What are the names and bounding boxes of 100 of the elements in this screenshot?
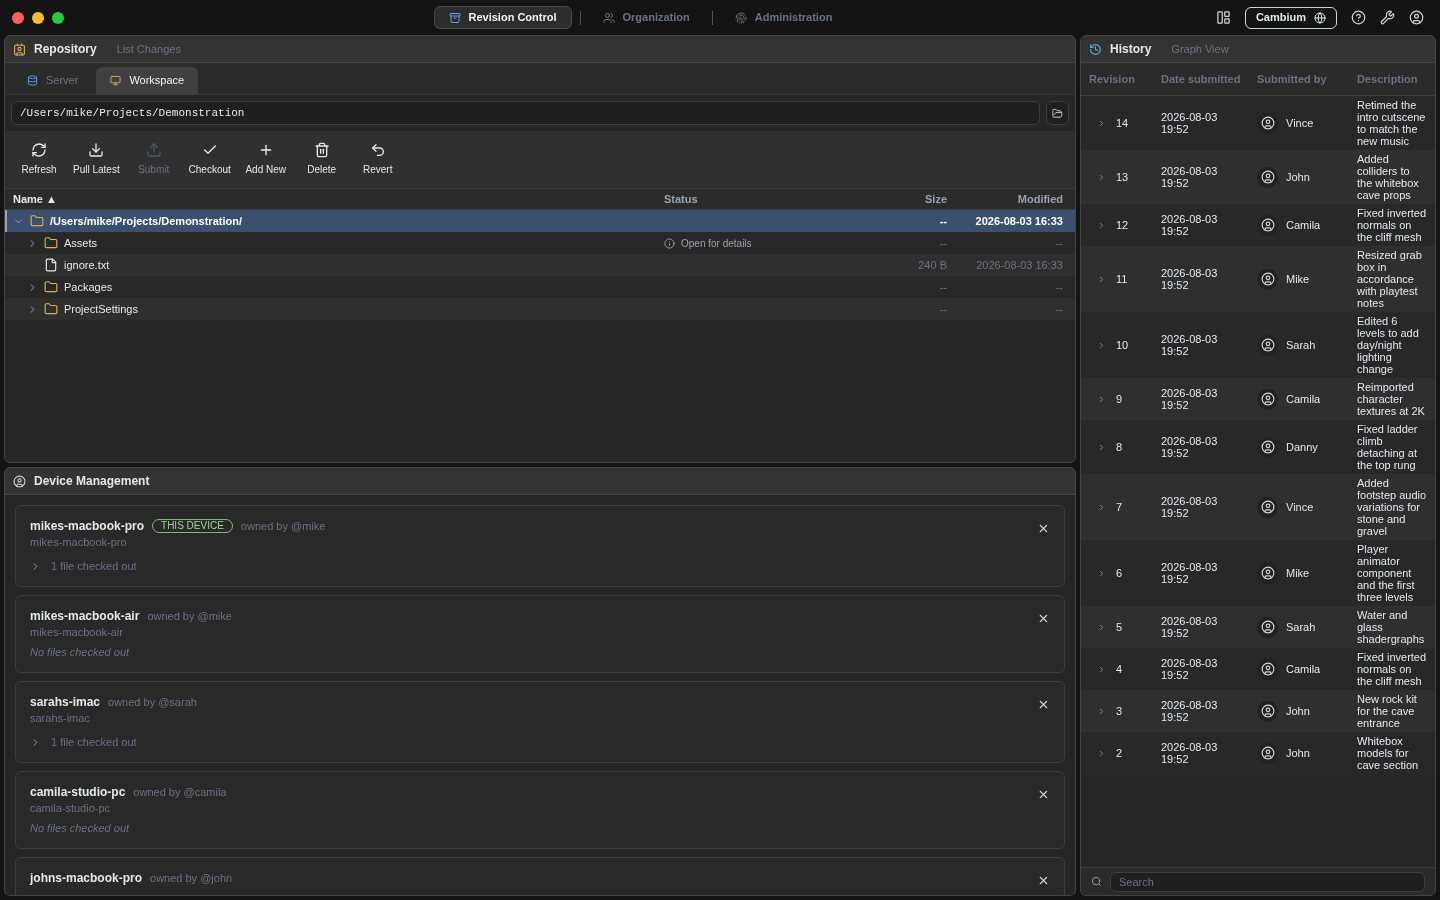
host-name: sarahs-imac xyxy=(30,711,91,726)
file-name: ignore.txt xyxy=(64,257,110,273)
toolbar-button[interactable]: Checkout xyxy=(183,142,236,177)
description-text: Fixed inverted normals on the cliff mesh xyxy=(1357,207,1427,243)
date-text: 2026-08-03 19:52 xyxy=(1161,561,1219,585)
modified-text: 2026-08-03 16:33 xyxy=(974,213,1064,229)
browse-folder-button[interactable] xyxy=(1046,101,1069,125)
layout-icon[interactable] xyxy=(1215,10,1231,25)
search-icon xyxy=(1091,876,1102,887)
avatar-icon xyxy=(1257,700,1278,722)
toolbar-button[interactable]: Revert xyxy=(351,142,404,177)
history-row[interactable]: 7 2026-08-03 19:52 Vince Added footstep audio variations for stone and gravel xyxy=(1081,474,1435,540)
user-name: John xyxy=(1286,745,1310,761)
close-icon[interactable] xyxy=(1037,612,1050,625)
chevron-right-icon[interactable] xyxy=(1097,118,1106,128)
history-row[interactable]: 9 2026-08-03 19:52 Camila Reimported character textures at 2K xyxy=(1081,378,1435,420)
column-header[interactable]: Modified xyxy=(947,190,1075,208)
owner-text: owned by @mike xyxy=(147,609,232,624)
toolbar-button[interactable]: Delete xyxy=(295,142,348,177)
tree-row[interactable]: ProjectSettings -- -- xyxy=(5,298,1075,320)
globe-icon xyxy=(1314,11,1326,24)
chevron-right-icon[interactable] xyxy=(1097,568,1106,578)
date-text: 2026-08-03 19:52 xyxy=(1161,435,1219,459)
chevron-right-icon[interactable] xyxy=(1097,340,1106,350)
file-name: Packages xyxy=(64,279,113,295)
description-text: Edited 6 levels to add day/night lighting change xyxy=(1357,315,1420,375)
checked-out-note: No files checked out xyxy=(30,821,131,836)
avatar-icon xyxy=(1257,268,1278,290)
chevron-right-icon[interactable] xyxy=(1097,664,1106,674)
date-text: 2026-08-03 19:52 xyxy=(1161,213,1219,237)
folder-icon xyxy=(44,236,58,250)
maximize-window-button[interactable] xyxy=(52,11,64,24)
wrench-icon[interactable] xyxy=(1380,10,1395,25)
avatar-icon xyxy=(1257,742,1278,764)
chevron-right-icon[interactable] xyxy=(1097,706,1106,716)
close-icon[interactable] xyxy=(1037,698,1050,711)
description-text: Retimed the intro cutscene to match the new music xyxy=(1357,99,1427,147)
history-row[interactable]: 11 2026-08-03 19:52 Mike Resized grab box in accordance with playtest notes xyxy=(1081,246,1435,312)
close-icon[interactable] xyxy=(1037,522,1050,535)
revision-number: 2 xyxy=(1116,745,1123,761)
file-name: ProjectSettings xyxy=(64,301,138,317)
tree-row[interactable]: ignore.txt 240 B 2026-08-03 16:33 xyxy=(5,254,1075,276)
workspace-tab[interactable]: Workspace xyxy=(96,67,199,94)
user-icon[interactable] xyxy=(1409,10,1424,25)
date-text: 2026-08-03 19:52 xyxy=(1161,111,1219,135)
user-name: Sarah xyxy=(1286,337,1316,353)
file-icon xyxy=(44,258,58,272)
date-text: 2026-08-03 19:52 xyxy=(1161,657,1219,681)
minimize-window-button[interactable] xyxy=(32,11,44,24)
chevron-right-icon[interactable] xyxy=(1097,748,1106,758)
description-text: Fixed ladder climb detaching at the top rung xyxy=(1357,423,1419,471)
avatar-icon xyxy=(1257,496,1278,518)
chevron-right-icon[interactable] xyxy=(1097,172,1106,182)
history-row[interactable]: 5 2026-08-03 19:52 Sarah Water and glass shadergraphs xyxy=(1081,606,1435,648)
date-text: 2026-08-03 19:52 xyxy=(1161,165,1219,189)
history-row[interactable]: 13 2026-08-03 19:52 John Added colliders to the whitebox cave props xyxy=(1081,150,1435,204)
device-name: mikes-macbook-pro xyxy=(30,518,145,534)
chevron-right-icon[interactable] xyxy=(1097,502,1106,512)
help-icon[interactable] xyxy=(1351,10,1366,25)
workspace-button[interactable]: Cambium xyxy=(1244,6,1337,29)
search-field[interactable]: Search xyxy=(1110,871,1425,892)
column-header[interactable]: Status xyxy=(647,190,857,208)
close-window-button[interactable] xyxy=(12,11,24,24)
nav-tab[interactable]: Revision Control xyxy=(433,6,572,29)
checked-out-note: No files checked out xyxy=(30,645,131,660)
revision-number: 8 xyxy=(1116,439,1123,455)
user-name: Camila xyxy=(1286,661,1321,677)
file-name: /Users/mike/Projects/Demonstration/ xyxy=(50,213,242,229)
column-header[interactable]: Name ▲ xyxy=(5,190,647,208)
revision-number: 11 xyxy=(1116,271,1128,287)
tree-row[interactable]: /Users/mike/Projects/Demonstration/ -- 2026-08-03 16:33 xyxy=(5,210,1075,232)
revision-number: 10 xyxy=(1116,337,1129,353)
device-name: camila-studio-pc xyxy=(30,784,126,800)
column-header[interactable]: Size xyxy=(857,190,947,208)
path-field[interactable]: /Users/mike/Projects/Demonstration xyxy=(11,101,1040,125)
modified-text: -- xyxy=(1054,301,1064,317)
nav-tab[interactable]: Administration xyxy=(720,6,847,29)
chevron-right-icon[interactable] xyxy=(1097,274,1106,284)
chevron-right-icon[interactable] xyxy=(1097,394,1106,404)
nav-tab[interactable]: Organization xyxy=(588,6,704,29)
modified-text: 2026-08-03 16:33 xyxy=(975,257,1064,273)
close-icon[interactable] xyxy=(1037,788,1050,801)
toolbar-button[interactable]: Add New xyxy=(239,142,292,177)
info-icon xyxy=(664,237,675,249)
chevron-right-icon[interactable] xyxy=(1097,442,1106,452)
toolbar-button[interactable]: Refresh xyxy=(13,142,65,177)
close-icon[interactable] xyxy=(1037,874,1050,887)
device-name: johns-macbook-pro xyxy=(30,870,142,886)
database-icon xyxy=(27,75,38,86)
chevron-right-icon[interactable] xyxy=(1097,220,1106,230)
user-name: Danny xyxy=(1286,439,1318,455)
avatar-icon xyxy=(1257,112,1278,134)
chevron-right-icon[interactable] xyxy=(1097,622,1106,632)
revision-number: 4 xyxy=(1116,661,1123,677)
user-name: Sarah xyxy=(1286,619,1316,635)
size-text: -- xyxy=(938,301,947,317)
history-row[interactable]: 3 2026-08-03 19:52 John New rock kit for the cave entrance xyxy=(1081,690,1435,732)
host-name: camila-studio-pc xyxy=(30,801,112,816)
fingerprint-icon xyxy=(734,11,747,24)
toolbar-button[interactable]: Pull Latest xyxy=(69,142,124,177)
